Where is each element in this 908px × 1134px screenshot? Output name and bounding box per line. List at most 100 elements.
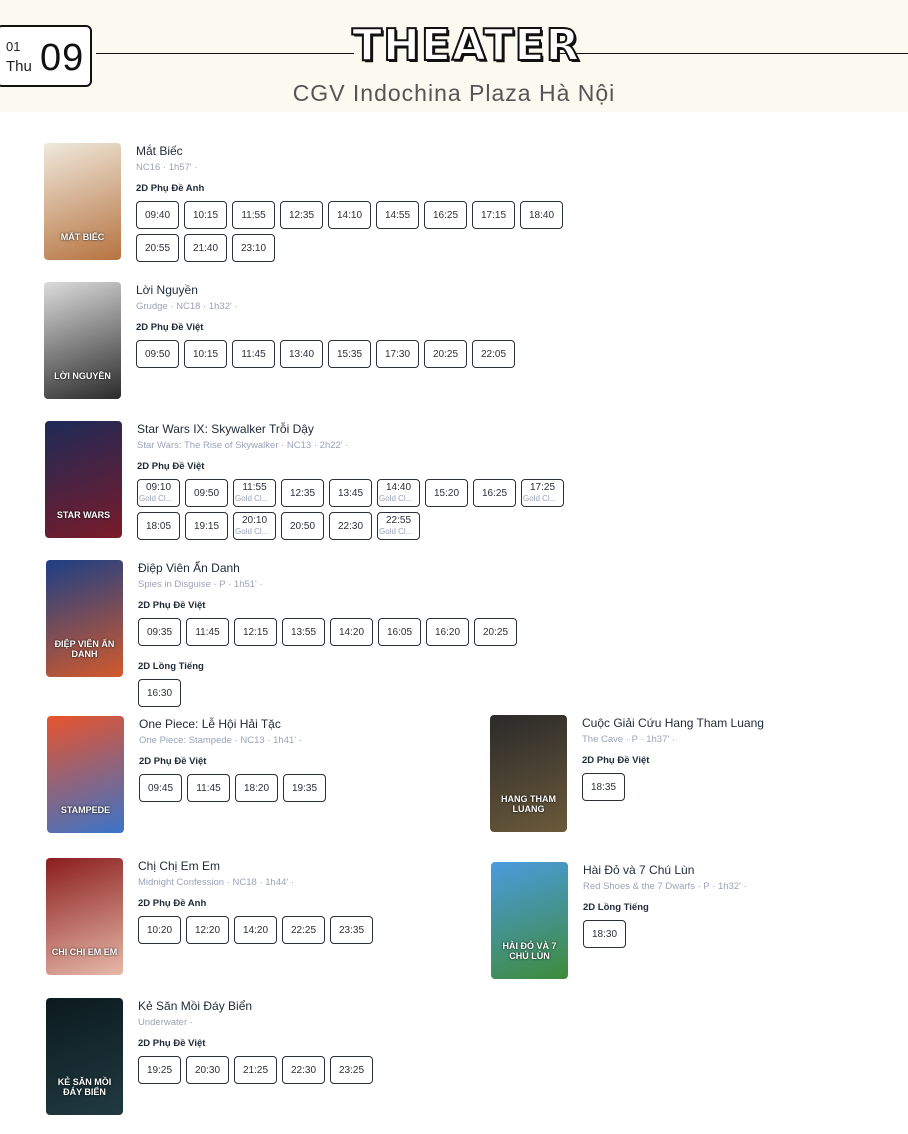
- showtime-room-label: Gold Cl...: [523, 494, 557, 503]
- date-selector[interactable]: 01 Thu 09: [0, 25, 92, 87]
- showtime-button[interactable]: 13:55: [282, 618, 325, 646]
- showtime-time: 18:40: [528, 209, 555, 221]
- showtime-button[interactable]: 23:10: [232, 234, 275, 262]
- showtime-button[interactable]: 23:25: [330, 1056, 373, 1084]
- showtime-format: 2D Phụ Đề Việt: [138, 600, 206, 611]
- showtime-button[interactable]: 10:20: [138, 916, 181, 944]
- showtime-button[interactable]: 11:45: [186, 618, 229, 646]
- showtime-button[interactable]: 20:10 Gold Cl...: [233, 512, 276, 540]
- showtime-button[interactable]: 19:25: [138, 1056, 181, 1084]
- showtime-button[interactable]: 16:20: [426, 618, 469, 646]
- showtime-button[interactable]: 12:20: [186, 916, 229, 944]
- showtime-button[interactable]: 11:55 Gold Cl...: [233, 479, 276, 507]
- showtime-button[interactable]: 14:20: [234, 916, 277, 944]
- poster-title: LỜI NGUYỀN: [54, 371, 111, 381]
- showtime-time: 20:10: [241, 515, 268, 526]
- movie-title[interactable]: Mắt Biếc: [136, 143, 576, 159]
- showtime-button[interactable]: 18:05: [137, 512, 180, 540]
- showtime-button[interactable]: 15:35: [328, 340, 371, 368]
- showtime-button[interactable]: 17:30: [376, 340, 419, 368]
- showtime-button[interactable]: 16:05: [378, 618, 421, 646]
- showtime-time: 09:35: [146, 626, 173, 638]
- showtime-list: 09:50 10:15 11:45 13:40 15:35 17:30 20:25 22:05: [136, 340, 576, 373]
- showtime-button[interactable]: 14:40 Gold Cl...: [377, 479, 420, 507]
- showtime-button[interactable]: 22:30: [329, 512, 372, 540]
- page-title: THEATER: [351, 19, 581, 72]
- showtime-button[interactable]: 10:15: [184, 201, 227, 229]
- showtime-format: 2D Phụ Đề Việt: [582, 755, 650, 766]
- showtime-button[interactable]: 10:15: [184, 340, 227, 368]
- showtime-time: 20:55: [144, 242, 171, 254]
- showtime-button[interactable]: 09:10 Gold Cl...: [137, 479, 180, 507]
- showtime-button[interactable]: 22:25: [282, 916, 325, 944]
- movie-poster[interactable]: KẺ SĂN MỒI ĐÁY BIỂN: [46, 998, 123, 1115]
- showtime-button[interactable]: 15:20: [425, 479, 468, 507]
- showtime-button[interactable]: 19:15: [185, 512, 228, 540]
- showtime-button[interactable]: 14:55: [376, 201, 419, 229]
- showtime-button[interactable]: 11:55: [232, 201, 275, 229]
- showtime-button[interactable]: 09:45: [139, 774, 182, 802]
- movie-poster[interactable]: HANG THAM LUANG: [490, 715, 567, 832]
- movie-poster[interactable]: ĐIỆP VIÊN ẨN DANH: [46, 560, 123, 677]
- showtime-button[interactable]: 22:55 Gold Cl...: [377, 512, 420, 540]
- showtime-time: 11:55: [242, 482, 267, 493]
- showtime-button[interactable]: 22:30: [282, 1056, 325, 1084]
- showtime-button[interactable]: 16:25: [424, 201, 467, 229]
- movie-poster[interactable]: STAR WARS: [45, 421, 122, 538]
- movie-poster[interactable]: HÀI ĐỎ VÀ 7 CHÚ LÙN: [491, 862, 568, 979]
- showtime-button[interactable]: 21:40: [184, 234, 227, 262]
- showtime-button[interactable]: 14:10: [328, 201, 371, 229]
- showtime-button[interactable]: 20:25: [424, 340, 467, 368]
- showtime-button[interactable]: 19:35: [283, 774, 326, 802]
- showtime-button[interactable]: 18:20: [235, 774, 278, 802]
- movie-title[interactable]: Kẻ Săn Mồi Đáy Biển: [138, 998, 578, 1014]
- showtime-list: 18:35: [582, 773, 908, 806]
- showtime-button[interactable]: 09:35: [138, 618, 181, 646]
- page-header: 01 Thu 09 THEATER CGV Indochina Plaza Hà…: [0, 0, 908, 112]
- showtime-button[interactable]: 20:25: [474, 618, 517, 646]
- showtime-button[interactable]: 09:50: [185, 479, 228, 507]
- showtime-time: 14:20: [242, 924, 269, 936]
- showtime-button[interactable]: 13:40: [280, 340, 323, 368]
- showtime-button[interactable]: 18:40: [520, 201, 563, 229]
- showtime-button[interactable]: 22:05: [472, 340, 515, 368]
- showtime-button[interactable]: 11:45: [187, 774, 230, 802]
- showtime-button[interactable]: 12:35: [280, 201, 323, 229]
- showtime-button[interactable]: 09:40: [136, 201, 179, 229]
- movie-title[interactable]: Cuộc Giải Cứu Hang Tham Luang: [582, 715, 908, 731]
- movie-poster[interactable]: MẮT BIẾC: [44, 143, 121, 260]
- movie-title[interactable]: Star Wars IX: Skywalker Trỗi Dậy: [137, 421, 577, 437]
- date-month: 01: [6, 39, 21, 54]
- showtime-button[interactable]: 18:30: [583, 920, 626, 948]
- showtime-format: 2D Phụ Đề Việt: [137, 461, 205, 472]
- showtime-time: 10:15: [192, 209, 219, 221]
- showtime-time: 17:15: [480, 209, 507, 221]
- showtime-button[interactable]: 21:25: [234, 1056, 277, 1084]
- movie-poster[interactable]: STAMPEDE: [47, 716, 124, 833]
- showtime-button[interactable]: 20:30: [186, 1056, 229, 1084]
- showtime-button[interactable]: 12:35: [281, 479, 324, 507]
- showtime-button[interactable]: 20:50: [281, 512, 324, 540]
- movie-title[interactable]: Hài Đỏ và 7 Chú Lùn: [583, 862, 908, 878]
- showtime-button[interactable]: 09:50: [136, 340, 179, 368]
- movie-poster[interactable]: CHỊ CHỊ EM EM: [46, 858, 123, 975]
- showtime-button[interactable]: 14:20: [330, 618, 373, 646]
- showtime-button[interactable]: 23:35: [330, 916, 373, 944]
- showtime-button[interactable]: 20:55: [136, 234, 179, 262]
- showtime-button[interactable]: 17:15: [472, 201, 515, 229]
- showtime-button[interactable]: 11:45: [232, 340, 275, 368]
- movie-poster[interactable]: LỜI NGUYỀN: [44, 282, 121, 399]
- showtime-button[interactable]: 16:30: [138, 679, 181, 707]
- movie-info: Mắt Biếc NC16 · 1h57' · 2D Phụ Đề Anh 09:40…: [136, 143, 576, 267]
- showtime-time: 16:05: [386, 626, 413, 638]
- showtime-button[interactable]: 12:15: [234, 618, 277, 646]
- showtime-time: 20:30: [194, 1064, 221, 1076]
- showtime-button[interactable]: 18:35: [582, 773, 625, 801]
- showtime-button[interactable]: 16:25: [473, 479, 516, 507]
- showtime-button[interactable]: 13:45: [329, 479, 372, 507]
- showtime-list: 09:10 Gold Cl... 09:50 11:55 Gold Cl... 12:35…: [137, 479, 577, 545]
- movie-title[interactable]: Lời Nguyền: [136, 282, 576, 298]
- showtime-button[interactable]: 17:25 Gold Cl...: [521, 479, 564, 507]
- movie-title[interactable]: Điệp Viên Ẩn Danh: [138, 560, 578, 576]
- showtime-time: 15:35: [336, 348, 363, 360]
